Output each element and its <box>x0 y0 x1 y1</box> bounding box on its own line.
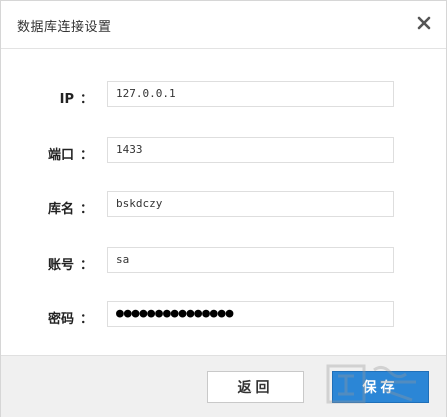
form-row-port: 端口： 1433 <box>1 137 446 167</box>
port-input[interactable]: 1433 <box>107 137 394 163</box>
dialog-footer: 返回 保存 <box>1 355 446 417</box>
dialog-title: 数据库连接设置 <box>17 20 112 35</box>
dbname-label: 库名： <box>47 202 93 217</box>
dialog-titlebar: 数据库连接设置 <box>1 1 446 49</box>
password-input[interactable]: ●●●●●●●●●●●●●●● <box>107 301 394 327</box>
db-connection-dialog: 数据库连接设置 IP： 127.0.0.1 端口： 1433 库名： bskdc <box>0 0 447 417</box>
account-label: 账号： <box>47 258 93 273</box>
back-button[interactable]: 返回 <box>207 371 304 403</box>
password-mask: ●●●●●●●●●●●●●●● <box>116 306 234 321</box>
form-row-password: 密码： ●●●●●●●●●●●●●●● <box>1 301 446 331</box>
ip-input[interactable]: 127.0.0.1 <box>107 81 394 107</box>
dialog-body: IP： 127.0.0.1 端口： 1433 库名： bskdczy 账号： s… <box>1 49 446 355</box>
close-icon[interactable] <box>412 11 436 35</box>
form-row-dbname: 库名： bskdczy <box>1 191 446 221</box>
ip-label: IP： <box>59 92 93 107</box>
port-label: 端口： <box>47 148 93 163</box>
password-label: 密码： <box>47 312 93 327</box>
account-input[interactable]: sa <box>107 247 394 273</box>
form-row-ip: IP： 127.0.0.1 <box>1 81 446 111</box>
form-row-account: 账号： sa <box>1 247 446 277</box>
dbname-input[interactable]: bskdczy <box>107 191 394 217</box>
save-button[interactable]: 保存 <box>332 371 429 403</box>
